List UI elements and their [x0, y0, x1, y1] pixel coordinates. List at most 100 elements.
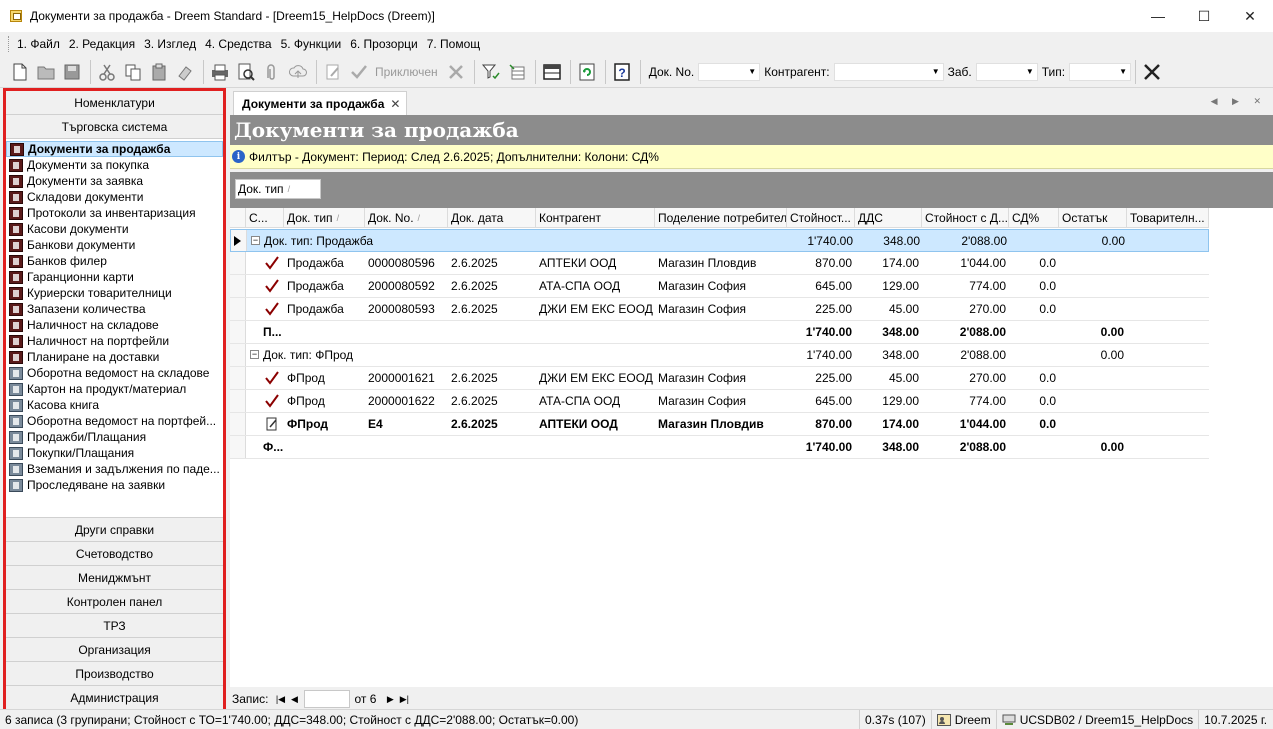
- first-record-icon[interactable]: |◀: [274, 692, 286, 706]
- prev-record-icon[interactable]: ◀: [288, 692, 300, 706]
- menu-edit[interactable]: 2. Редакция: [69, 37, 135, 51]
- sidebar-item[interactable]: Оборотна ведомост на складове: [6, 365, 223, 381]
- edit-icon[interactable]: [321, 60, 345, 84]
- maximize-button[interactable]: ☐: [1181, 0, 1227, 32]
- filter-icon[interactable]: [479, 60, 503, 84]
- sidebar-item[interactable]: Касова книга: [6, 397, 223, 413]
- collapse-icon[interactable]: −: [251, 236, 260, 245]
- group-chip-doc-type[interactable]: Док. тип /: [235, 179, 321, 199]
- column-header[interactable]: Товарителн...: [1127, 208, 1209, 228]
- print-icon[interactable]: [208, 60, 232, 84]
- new-document-icon[interactable]: [8, 60, 32, 84]
- help-icon[interactable]: ?: [610, 60, 634, 84]
- nav-section-nomenclatures[interactable]: Номенклатури: [6, 91, 223, 115]
- nav-section[interactable]: Счетоводство: [6, 541, 223, 565]
- cell-vat: 45.00: [888, 302, 919, 316]
- save-icon[interactable]: [60, 60, 84, 84]
- column-header[interactable]: Стойност...: [787, 208, 855, 228]
- table-row[interactable]: Продажба 2000080592 2.6.2025 АТА-СПА ООД Маг…: [230, 275, 1209, 298]
- sidebar-item[interactable]: Складови документи: [6, 189, 223, 205]
- sidebar-item[interactable]: Наличност на складове: [6, 317, 223, 333]
- tab-sales-documents[interactable]: Документи за продажба ✕: [233, 91, 408, 115]
- copy-icon[interactable]: [121, 60, 145, 84]
- record-number-input[interactable]: [304, 690, 351, 708]
- nav-section[interactable]: Администрация: [6, 685, 223, 709]
- column-chooser-icon[interactable]: [505, 60, 529, 84]
- sidebar-item[interactable]: Документи за продажба: [6, 141, 223, 157]
- column-header[interactable]: Док. No. /: [365, 208, 448, 228]
- nav-section[interactable]: Мениджмънт: [6, 565, 223, 589]
- doc-no-combo[interactable]: ▼: [698, 62, 761, 81]
- upload-icon[interactable]: [286, 60, 310, 84]
- sidebar-item[interactable]: Картон на продукт/материал: [6, 381, 223, 397]
- sidebar-item[interactable]: Продажби/Плащания: [6, 429, 223, 445]
- next-record-icon[interactable]: ▶: [384, 692, 396, 706]
- sidebar-item[interactable]: Банков филер: [6, 253, 223, 269]
- column-header[interactable]: Док. дата: [448, 208, 536, 228]
- open-folder-icon[interactable]: [34, 60, 58, 84]
- menu-windows[interactable]: 6. Прозорци: [350, 37, 417, 51]
- table-row[interactable]: ФПрод 2000001622 2.6.2025 АТА-СПА ООД Магази…: [230, 390, 1209, 413]
- delete-x-icon[interactable]: [444, 60, 468, 84]
- nav-section[interactable]: Производство: [6, 661, 223, 685]
- sidebar-item[interactable]: Протоколи за инвентаризация: [6, 205, 223, 221]
- menu-file[interactable]: 1. Файл: [17, 37, 60, 51]
- cut-icon[interactable]: [95, 60, 119, 84]
- table-row[interactable]: ФПрод Е4 2.6.2025 АПТЕКИ ООД Магазин Пловдив…: [230, 413, 1209, 436]
- sidebar-item[interactable]: Касови документи: [6, 221, 223, 237]
- column-header[interactable]: Док. тип /: [284, 208, 365, 228]
- contractor-combo[interactable]: ▼: [833, 62, 944, 81]
- note-combo[interactable]: ▼: [975, 62, 1038, 81]
- eraser-icon[interactable]: [173, 60, 197, 84]
- attach-icon[interactable]: [260, 60, 284, 84]
- menu-view[interactable]: 3. Изглед: [144, 37, 196, 51]
- sidebar-item[interactable]: Планиране на доставки: [6, 349, 223, 365]
- sidebar-item[interactable]: Проследяване на заявки: [6, 477, 223, 493]
- print-preview-icon[interactable]: [234, 60, 258, 84]
- nav-section-trade-system[interactable]: Търговска система: [6, 115, 223, 139]
- layout-icon[interactable]: [540, 60, 564, 84]
- table-row[interactable]: Продажба 0000080596 2.6.2025 АПТЕКИ ООД Мага…: [230, 252, 1209, 275]
- column-header[interactable]: С...: [246, 208, 284, 228]
- group-row[interactable]: − Док. тип: ФПрод 1'740.00 348.00 2'088.00 0.…: [230, 344, 1209, 367]
- menu-help[interactable]: 7. Помощ: [427, 37, 480, 51]
- minimize-button[interactable]: —: [1135, 0, 1181, 32]
- cell-contractor: ДЖИ ЕМ ЕКС ЕООД: [539, 302, 653, 316]
- sidebar-item[interactable]: Банкови документи: [6, 237, 223, 253]
- menu-functions[interactable]: 5. Функции: [281, 37, 342, 51]
- table-row[interactable]: Продажба 2000080593 2.6.2025 ДЖИ ЕМ ЕКС ЕОО…: [230, 298, 1209, 321]
- paste-icon[interactable]: [147, 60, 171, 84]
- post-button[interactable]: Приключен: [375, 65, 438, 79]
- nav-section[interactable]: Други справки: [6, 517, 223, 541]
- sidebar-item[interactable]: Оборотна ведомост на портфей...: [6, 413, 223, 429]
- column-header[interactable]: Стойност с Д...: [922, 208, 1009, 228]
- menu-tools[interactable]: 4. Средства: [205, 37, 272, 51]
- sidebar-item[interactable]: Гаранционни карти: [6, 269, 223, 285]
- column-header[interactable]: СД%: [1009, 208, 1059, 228]
- table-row[interactable]: ФПрод 2000001621 2.6.2025 ДЖИ ЕМ ЕКС ЕООД Ма…: [230, 367, 1209, 390]
- group-row[interactable]: − Док. тип: Продажба 1'740.00 348.00 2'088.0…: [230, 229, 1209, 252]
- column-header[interactable]: Поделение потребител: [655, 208, 787, 228]
- refresh-icon[interactable]: [575, 60, 599, 84]
- nav-section[interactable]: Организация: [6, 637, 223, 661]
- nav-section[interactable]: Контролен панел: [6, 589, 223, 613]
- close-button[interactable]: ✕: [1227, 0, 1273, 32]
- sidebar-item[interactable]: Куриерски товарителници: [6, 285, 223, 301]
- sidebar-item[interactable]: Документи за покупка: [6, 157, 223, 173]
- column-header[interactable]: ДДС: [855, 208, 922, 228]
- type-combo[interactable]: ▼: [1069, 62, 1132, 81]
- nav-section[interactable]: ТРЗ: [6, 613, 223, 637]
- sidebar-item[interactable]: Запазени количества: [6, 301, 223, 317]
- collapse-icon[interactable]: −: [250, 350, 259, 359]
- last-record-icon[interactable]: ▶|: [398, 692, 410, 706]
- sidebar-item[interactable]: Покупки/Плащания: [6, 445, 223, 461]
- close-icon[interactable]: ✕: [390, 97, 400, 111]
- sidebar-item[interactable]: Вземания и задължения по паде...: [6, 461, 223, 477]
- column-header[interactable]: Контрагент: [536, 208, 655, 228]
- sidebar-item[interactable]: Документи за заявка: [6, 173, 223, 189]
- sidebar-item[interactable]: Наличност на портфейли: [6, 333, 223, 349]
- clear-x-icon[interactable]: [1140, 60, 1164, 84]
- tab-scroll-arrows[interactable]: ◀ ▶ ✕: [1211, 96, 1267, 107]
- column-header[interactable]: Остатък: [1059, 208, 1127, 228]
- confirm-check-icon[interactable]: [347, 60, 371, 84]
